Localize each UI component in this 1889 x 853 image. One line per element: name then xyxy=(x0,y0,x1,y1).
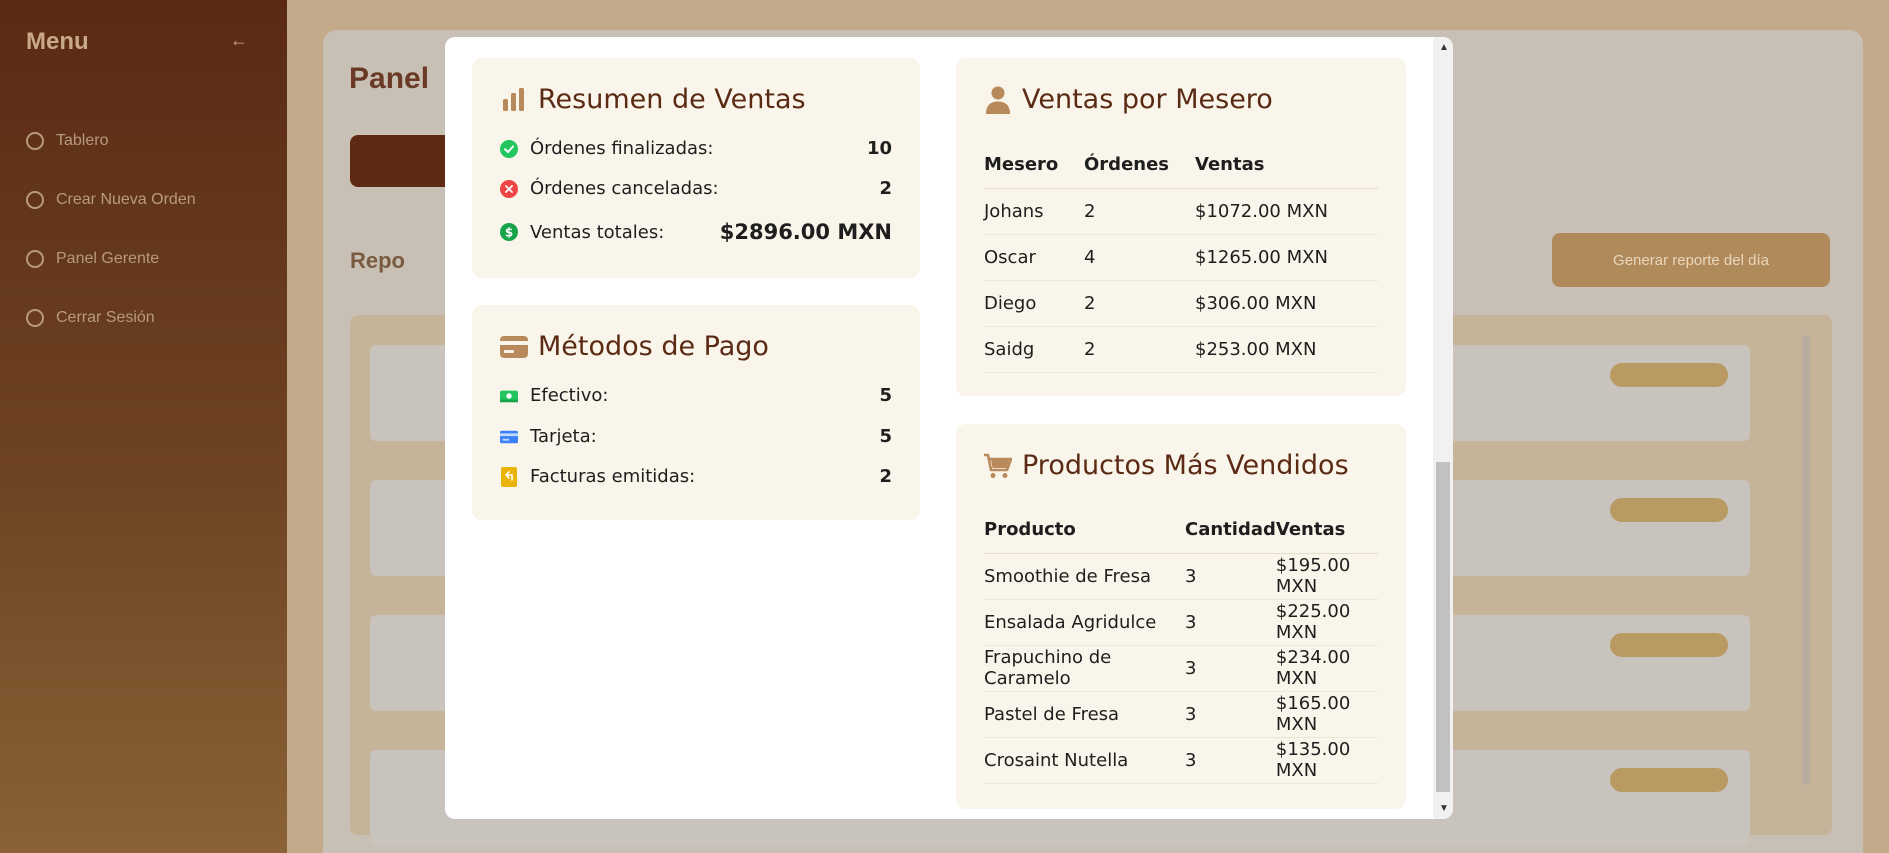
table-row: Johans 2 $1072.00 MXN xyxy=(984,188,1378,235)
check-circle-icon xyxy=(500,139,518,158)
column-header-ventas: Ventas xyxy=(1195,142,1378,189)
table-row: Pastel de Fresa 3 $165.00 MXN xyxy=(984,691,1378,738)
scroll-down-icon[interactable]: ▼ xyxy=(1439,803,1449,814)
scroll-up-icon[interactable]: ▲ xyxy=(1439,42,1449,53)
receipt-icon xyxy=(500,466,518,487)
payment-methods-title: Métodos de Pago xyxy=(500,331,769,362)
x-circle-icon xyxy=(500,179,518,198)
table-row: Diego 2 $306.00 MXN xyxy=(984,280,1378,327)
top-products-table: Producto Cantidad Ventas Smoothie de Fre… xyxy=(984,507,1378,784)
waiter-sales-table: Mesero Órdenes Ventas Johans 2 $1072.00 MX… xyxy=(984,142,1378,373)
sales-summary-title: Resumen de Ventas xyxy=(500,84,806,115)
dollar-circle-icon: $ xyxy=(500,223,518,241)
table-row: Crosaint Nutella 3 $135.00 MXN xyxy=(984,737,1378,784)
table-header-row: Producto Cantidad Ventas xyxy=(984,507,1378,554)
tarjeta-row: Tarjeta: 5 xyxy=(500,426,892,447)
bar-chart-icon xyxy=(500,86,528,114)
column-header-producto: Producto xyxy=(984,507,1185,554)
table-row: Oscar 4 $1265.00 MXN xyxy=(984,234,1378,281)
efectivo-row: Efectivo: 5 xyxy=(500,385,892,406)
canceladas-row: Órdenes canceladas: 2 xyxy=(500,178,892,199)
payment-methods-card: Métodos de Pago Efectivo: 5 Tarjeta: 5 F… xyxy=(472,305,920,520)
table-row: Frapuchino de Caramelo 3 $234.00 MXN xyxy=(984,645,1378,692)
finalizadas-row: Órdenes finalizadas: 10 xyxy=(500,138,892,159)
modal-scrollbar[interactable]: ▲ ▼ xyxy=(1433,37,1453,819)
waiter-sales-title: Ventas por Mesero xyxy=(984,84,1273,115)
modal-content: Resumen de Ventas Órdenes finalizadas: 1… xyxy=(445,37,1433,819)
ventas-totales-row: $ Ventas totales: $2896.00 MXN xyxy=(500,220,892,244)
table-row: Smoothie de Fresa 3 $195.00 MXN xyxy=(984,553,1378,600)
column-header-cantidad: Cantidad xyxy=(1185,507,1276,554)
column-header-ventas: Ventas xyxy=(1275,507,1378,554)
top-products-title: Productos Más Vendidos xyxy=(984,450,1349,481)
report-modal: Resumen de Ventas Órdenes finalizadas: 1… xyxy=(445,37,1453,819)
card-icon xyxy=(500,428,518,446)
credit-card-icon xyxy=(500,333,528,361)
shopping-cart-icon xyxy=(984,452,1012,480)
facturas-row: Facturas emitidas: 2 xyxy=(500,466,892,487)
table-row: Saidg 2 $253.00 MXN xyxy=(984,326,1378,373)
user-icon xyxy=(984,86,1012,114)
sales-summary-card: Resumen de Ventas Órdenes finalizadas: 1… xyxy=(472,58,920,278)
table-row: Ensalada Agridulce 3 $225.00 MXN xyxy=(984,599,1378,646)
column-header-ordenes: Órdenes xyxy=(1084,142,1195,189)
column-header-mesero: Mesero xyxy=(984,142,1084,189)
scrollbar-thumb[interactable] xyxy=(1436,462,1450,792)
waiter-sales-card: Ventas por Mesero Mesero Órdenes Ventas … xyxy=(956,58,1406,396)
table-header-row: Mesero Órdenes Ventas xyxy=(984,142,1378,189)
svg-text:$: $ xyxy=(505,226,513,240)
cash-icon xyxy=(500,387,518,405)
top-products-card: Productos Más Vendidos Producto Cantidad… xyxy=(956,424,1406,809)
